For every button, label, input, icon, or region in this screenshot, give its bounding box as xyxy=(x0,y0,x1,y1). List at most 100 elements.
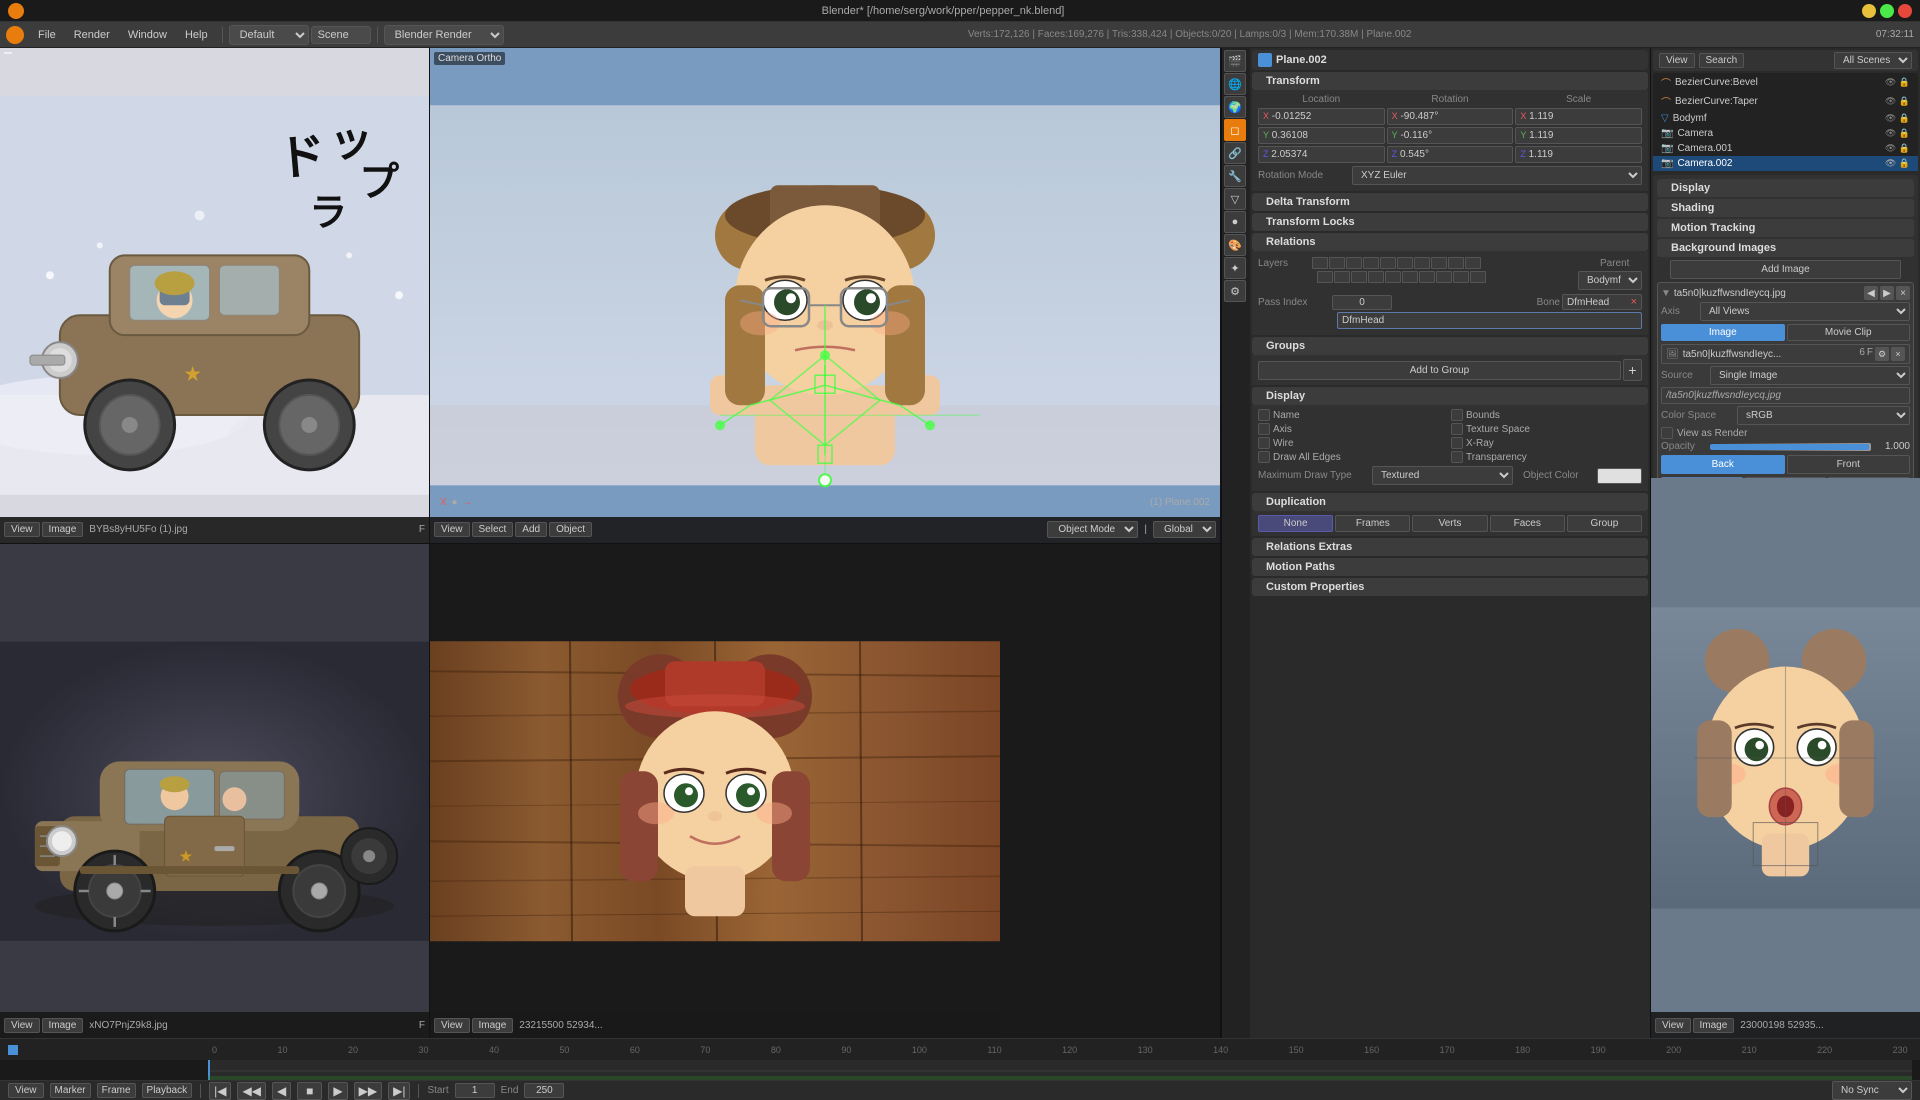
outliner-item-camera[interactable]: 📷 Camera 👁 🔒 xyxy=(1653,126,1918,141)
movie-clip-tab[interactable]: Movie Clip xyxy=(1787,324,1911,341)
win-minimize[interactable] xyxy=(1862,4,1876,18)
layer-19[interactable] xyxy=(1453,271,1469,283)
prop-tab-render[interactable]: 🎬 xyxy=(1224,50,1246,72)
play-next-btn[interactable]: ▶▶ xyxy=(354,1082,382,1100)
end-frame-input[interactable] xyxy=(524,1083,564,1098)
outliner-item-bezier-bevel[interactable]: ⌒ BezierCurve:Bevel 👁 🔒 xyxy=(1653,73,1918,92)
play-prev-btn[interactable]: ◀◀ xyxy=(237,1082,265,1100)
layer-1[interactable] xyxy=(1312,257,1328,269)
start-frame-input[interactable] xyxy=(455,1083,495,1098)
img-remove-btn[interactable]: × xyxy=(1891,347,1905,361)
vp3-view-btn[interactable]: View xyxy=(4,1018,40,1033)
view-render-check-box[interactable] xyxy=(1661,427,1673,439)
layer-20[interactable] xyxy=(1470,271,1486,283)
display-drawedges-check[interactable]: Draw All Edges xyxy=(1258,451,1449,463)
img-close-btn[interactable]: × xyxy=(1896,286,1910,300)
vp2-add-btn[interactable]: Add xyxy=(515,522,547,537)
display-section-header[interactable]: Display xyxy=(1252,387,1648,405)
groups-header[interactable]: Groups xyxy=(1252,337,1648,355)
timeline-view-btn[interactable]: View xyxy=(8,1083,44,1098)
relations-extras-header[interactable]: Relations Extras xyxy=(1252,538,1648,556)
add-group-plus-btn[interactable]: + xyxy=(1623,359,1642,381)
display-wire-check[interactable]: Wire xyxy=(1258,437,1449,449)
loc-z-field[interactable]: Z 2.05374 xyxy=(1258,146,1385,163)
add-image-btn[interactable]: Add Image xyxy=(1670,260,1901,279)
sync-select[interactable]: No Sync xyxy=(1832,1081,1912,1100)
bone-x-btn[interactable]: × xyxy=(1631,296,1637,308)
transform-locks-header[interactable]: Transform Locks xyxy=(1252,213,1648,231)
prop-tab-materials[interactable]: ● xyxy=(1224,211,1246,233)
vp5-view-btn[interactable]: View xyxy=(1655,1018,1691,1033)
menu-file[interactable]: File xyxy=(30,27,64,43)
prop-tab-particles[interactable]: ✦ xyxy=(1224,257,1246,279)
layer-14[interactable] xyxy=(1368,271,1384,283)
layer-17[interactable] xyxy=(1419,271,1435,283)
play-start-btn[interactable]: |◀ xyxy=(209,1082,231,1100)
layer-10[interactable] xyxy=(1465,257,1481,269)
scene-input[interactable] xyxy=(311,26,371,44)
scenes-select[interactable]: All Scenes xyxy=(1834,52,1912,69)
display-transparency-check[interactable]: Transparency xyxy=(1451,451,1642,463)
scale-z-field[interactable]: Z 1.119 xyxy=(1515,146,1642,163)
menu-help[interactable]: Help xyxy=(177,27,216,43)
transform-header[interactable]: Transform xyxy=(1252,72,1648,90)
layer-6[interactable] xyxy=(1397,257,1413,269)
parent-select[interactable]: Bodymf xyxy=(1578,271,1642,290)
dup-none-btn[interactable]: None xyxy=(1258,515,1333,532)
rot-y-field[interactable]: Y -0.116° xyxy=(1387,127,1514,144)
layer-16[interactable] xyxy=(1402,271,1418,283)
display-name-check[interactable]: Name xyxy=(1258,409,1449,421)
colorspace-select[interactable]: sRGB Linear Raw xyxy=(1737,406,1910,425)
menu-window[interactable]: Window xyxy=(120,27,175,43)
play-fwd-btn[interactable]: ▶ xyxy=(328,1082,347,1100)
prop-tab-world[interactable]: 🌍 xyxy=(1224,96,1246,118)
custom-props-header[interactable]: Custom Properties xyxy=(1252,578,1648,596)
img-props-btn[interactable]: ⚙ xyxy=(1875,347,1889,361)
layer-9[interactable] xyxy=(1448,257,1464,269)
back-btn[interactable]: Back xyxy=(1661,455,1785,474)
img-nav-prev[interactable]: ◀ xyxy=(1864,286,1878,300)
layer-5[interactable] xyxy=(1380,257,1396,269)
play-end-btn[interactable]: ▶| xyxy=(388,1082,410,1100)
vp2-space-select[interactable]: Global xyxy=(1153,521,1216,538)
img-nav-next[interactable]: ▶ xyxy=(1880,286,1894,300)
prop-tab-physics[interactable]: ⚙ xyxy=(1224,280,1246,302)
background-images-header[interactable]: Background Images xyxy=(1657,239,1914,257)
dup-faces-btn[interactable]: Faces xyxy=(1490,515,1565,532)
object-color-swatch[interactable] xyxy=(1597,468,1642,484)
dup-verts-btn[interactable]: Verts xyxy=(1412,515,1487,532)
prop-tab-data[interactable]: ▽ xyxy=(1224,188,1246,210)
vp4-view-btn[interactable]: View xyxy=(434,1018,470,1033)
view-btn[interactable]: View xyxy=(1659,53,1695,68)
relations-header[interactable]: Relations xyxy=(1252,233,1648,251)
motion-tracking-header-cam[interactable]: Motion Tracking xyxy=(1657,219,1914,237)
menu-render[interactable]: Render xyxy=(66,27,118,43)
prop-tab-scene[interactable]: 🌐 xyxy=(1224,73,1246,95)
layer-12[interactable] xyxy=(1334,271,1350,283)
dup-frames-btn[interactable]: Frames xyxy=(1335,515,1410,532)
vp1-view-btn[interactable]: View xyxy=(4,522,40,537)
prop-tab-constraints[interactable]: 🔗 xyxy=(1224,142,1246,164)
layer-2[interactable] xyxy=(1329,257,1345,269)
rot-x-field[interactable]: X -90.487° xyxy=(1387,108,1514,125)
loc-x-field[interactable]: X -0.01252 xyxy=(1258,108,1385,125)
front-btn[interactable]: Front xyxy=(1787,455,1911,474)
display-texspace-check[interactable]: Texture Space xyxy=(1451,423,1642,435)
vp1-image-btn[interactable]: Image xyxy=(42,522,84,537)
vp5-image-btn[interactable]: Image xyxy=(1693,1018,1735,1033)
layer-18[interactable] xyxy=(1436,271,1452,283)
timeline-marker-btn[interactable]: Marker xyxy=(50,1083,91,1098)
play-stop-btn[interactable]: ■ xyxy=(297,1082,322,1100)
search-btn[interactable]: Search xyxy=(1699,53,1745,68)
rot-mode-select[interactable]: XYZ Euler xyxy=(1352,166,1642,185)
outliner-item-camera002[interactable]: 📷 Camera.002 👁 🔒 xyxy=(1653,156,1918,171)
source-select[interactable]: Single Image Image Sequence Movie xyxy=(1710,366,1910,385)
filepath-input[interactable] xyxy=(1661,387,1910,404)
vp2-object-btn[interactable]: Object xyxy=(549,522,592,537)
outliner-item-bodymf[interactable]: ▽ Bodymf 👁 🔒 xyxy=(1653,111,1918,126)
duplication-header[interactable]: Duplication xyxy=(1252,493,1648,511)
outliner-item-bezier-taper[interactable]: ⌒ BezierCurve:Taper 👁 🔒 xyxy=(1653,92,1918,111)
render-engine-select[interactable]: Blender Render xyxy=(384,25,504,45)
layer-15[interactable] xyxy=(1385,271,1401,283)
layer-7[interactable] xyxy=(1414,257,1430,269)
